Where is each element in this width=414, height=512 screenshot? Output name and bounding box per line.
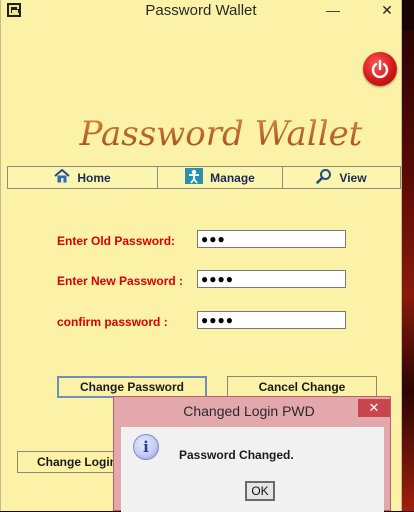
app-logo: Password Wallet (79, 114, 363, 154)
dialog-body: i Password Changed. OK (121, 427, 384, 512)
ok-button[interactable]: OK (245, 481, 275, 501)
dialog-message: Password Changed. (179, 448, 294, 462)
new-password-label: Enter New Password : (57, 274, 184, 288)
info-icon: i (133, 434, 159, 460)
close-button[interactable]: ✕ (363, 0, 411, 20)
changed-login-dialog: Changed Login PWD ✕ i Password Changed. … (113, 396, 391, 512)
nav-manage-label: Manage (210, 170, 255, 185)
confirm-password-field[interactable]: ●●●● (197, 311, 346, 329)
confirm-password-label: confirm password : (57, 315, 168, 329)
search-icon (316, 168, 332, 187)
cancel-change-button[interactable]: Cancel Change (227, 376, 377, 398)
nav-home[interactable]: Home (8, 167, 158, 188)
home-icon (54, 168, 70, 186)
old-password-label: Enter Old Password: (57, 234, 176, 248)
power-icon[interactable] (363, 52, 397, 86)
nav-view-label: View (339, 170, 367, 185)
dialog-close-button[interactable]: ✕ (358, 399, 390, 417)
manage-icon (185, 168, 204, 187)
old-password-field[interactable]: ●●● (197, 230, 346, 248)
new-password-field[interactable]: ●●●● (197, 270, 346, 288)
nav-home-label: Home (77, 170, 111, 185)
logo-text: Password Wallet (79, 114, 363, 154)
nav-view[interactable]: View (283, 167, 400, 188)
desktop-background (400, 30, 414, 511)
nav-manage[interactable]: Manage (158, 167, 283, 188)
title-bar: Password Wallet — ✕ (1, 0, 401, 24)
nav-bar: Home Manage View (7, 166, 401, 189)
dialog-title: Changed Login PWD (183, 403, 315, 419)
change-password-button[interactable]: Change Password (57, 376, 207, 398)
minimize-button[interactable]: — (319, 0, 347, 20)
